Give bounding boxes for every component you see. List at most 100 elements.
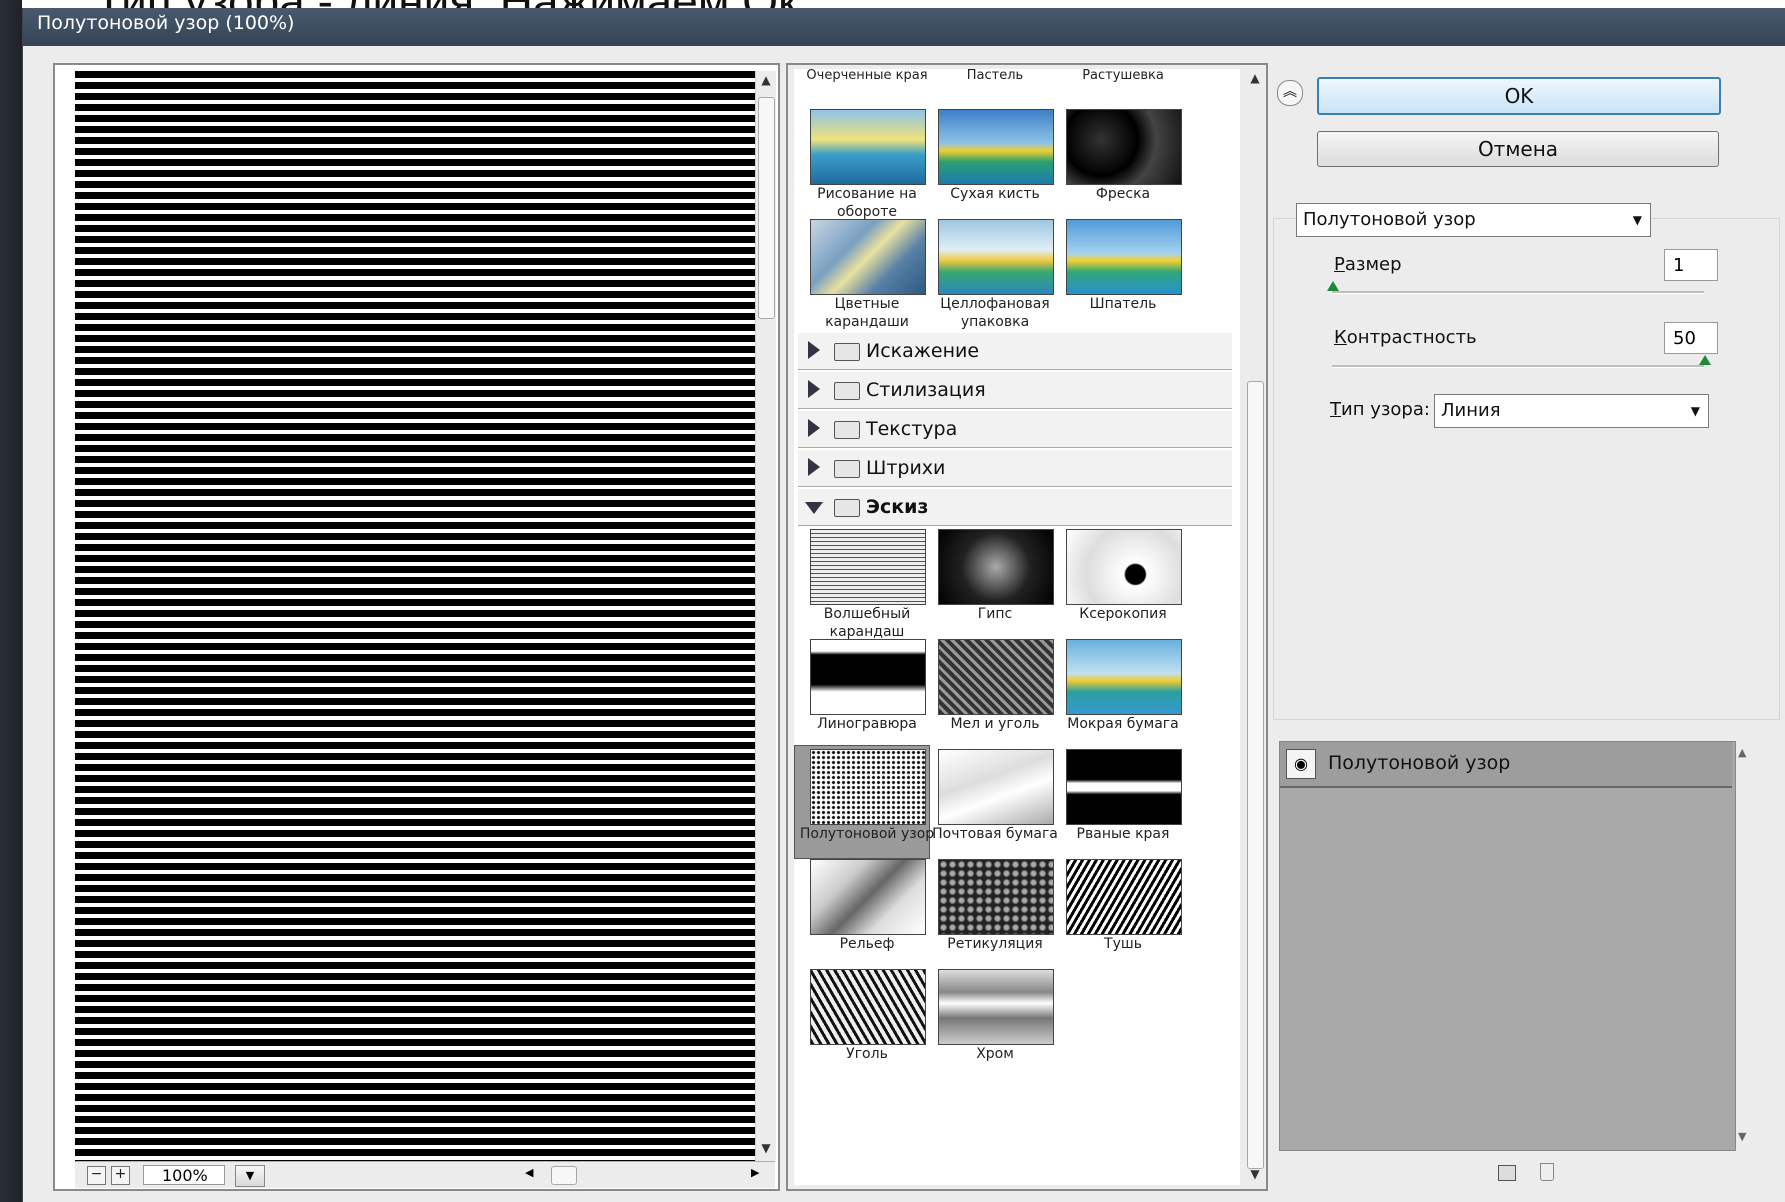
preview-horizontal-scrollbar[interactable]: ◀ ▶ — [525, 1166, 765, 1185]
trash-icon[interactable] — [1539, 1163, 1554, 1181]
filter-preview — [1066, 109, 1182, 185]
pattern-type-select[interactable]: Линия ▼ — [1434, 394, 1709, 428]
folder-stylize[interactable]: Стилизация — [798, 372, 1232, 409]
ok-button[interactable]: OK — [1317, 77, 1721, 115]
filter-label: Цветные карандаши — [825, 296, 909, 330]
filter-preview — [810, 219, 926, 295]
cancel-button[interactable]: Отмена — [1317, 131, 1719, 167]
filter-select[interactable]: Полутоновой узор ▼ — [1296, 203, 1651, 237]
window-title: Полутоновой узор (100%) — [37, 12, 295, 34]
filter-label: Волшебный карандаш — [823, 606, 911, 640]
effect-layer-row[interactable]: ◉ Полутоновой узор — [1280, 742, 1732, 788]
expand-triangle-icon — [808, 419, 820, 437]
filter-thumb-palette-knife[interactable]: Шпатель — [1050, 219, 1190, 339]
filter-preview — [810, 109, 926, 185]
gallery-scrollbar[interactable]: ▲ ▼ — [1246, 69, 1264, 1185]
filter-thumb-photocopy[interactable]: Ксерокопия — [1050, 529, 1190, 649]
filter-preview — [938, 529, 1054, 605]
contrast-slider-handle[interactable] — [1699, 355, 1711, 365]
filter-preview — [938, 969, 1054, 1045]
folder-label: Штрихи — [866, 457, 946, 479]
filter-thumb-dry-brush[interactable]: Сухая кисть — [922, 109, 1062, 229]
filter-thumb-chrome[interactable]: Хром — [922, 969, 1062, 1089]
filter-preview — [938, 859, 1054, 935]
filter-preview — [1066, 859, 1182, 935]
folder-label: Искажение — [866, 340, 980, 362]
expand-triangle-icon — [808, 458, 820, 476]
horizontal-scroll-thumb[interactable] — [551, 1166, 577, 1185]
settings-area: ︽ OK Отмена Полутоновой узор ▼ Размер 1 … — [1273, 63, 1783, 1193]
filter-thumb-chalk-charcoal[interactable]: Мел и уголь — [922, 639, 1062, 759]
filter-thumb-water-paper[interactable]: Мокрая бумага — [1050, 639, 1190, 759]
filter-thumb-reticulation[interactable]: Ретикуляция — [922, 859, 1062, 979]
open-folder-icon — [834, 499, 860, 517]
expand-triangle-icon — [808, 380, 820, 398]
filter-label: Фреска — [1095, 186, 1151, 202]
contrast-input[interactable]: 50 — [1664, 322, 1718, 354]
preview-vertical-scrollbar[interactable]: ▲ ▼ — [755, 71, 776, 1161]
scroll-up-icon[interactable]: ▲ — [756, 71, 776, 89]
filter-thumb-bas-relief[interactable]: Рельеф — [794, 859, 934, 979]
filter-gallery-list: Очерченные края Пастель Растушевка Рисов… — [794, 68, 1240, 1185]
effect-layer-name: Полутоновой узор — [1328, 752, 1511, 774]
preview-scroll-thumb[interactable] — [758, 97, 775, 319]
contrast-slider[interactable] — [1332, 365, 1704, 368]
zoom-out-button[interactable]: − — [87, 1166, 106, 1185]
filter-thumb-torn-edges[interactable]: Рваные края — [1050, 749, 1190, 869]
left-edge-bar — [0, 0, 22, 1202]
title-bar[interactable]: Полутоновой узор (100%) — [23, 8, 1785, 46]
scroll-left-icon[interactable]: ◀ — [525, 1166, 533, 1179]
new-layer-icon[interactable] — [1498, 1165, 1516, 1181]
scroll-up-icon[interactable]: ▲ — [1738, 746, 1746, 759]
filter-thumb-painting-reverse[interactable]: Рисование на обороте — [794, 109, 934, 229]
expand-triangle-icon — [808, 341, 820, 359]
filter-preview — [810, 859, 926, 935]
zoom-level-field[interactable]: 100% — [143, 1165, 225, 1185]
folder-icon — [834, 382, 860, 400]
folder-label: Стилизация — [866, 379, 986, 401]
folder-sketch[interactable]: Эскиз — [798, 489, 1232, 526]
filter-thumb-colored-pencils[interactable]: Цветные карандаши — [794, 219, 934, 339]
filter-label: Очерченные края — [806, 68, 928, 83]
folder-label: Эскиз — [866, 496, 929, 518]
folder-texture[interactable]: Текстура — [798, 411, 1232, 448]
effect-layers-panel: ◉ Полутоновой узор ▲ ▼ — [1279, 741, 1746, 1151]
filter-thumb-stamp[interactable]: Линогравюра — [794, 639, 934, 759]
scroll-up-icon[interactable]: ▲ — [1245, 69, 1265, 87]
filter-label: Ретикуляция — [947, 936, 1043, 952]
scroll-down-icon[interactable]: ▼ — [756, 1139, 776, 1157]
filter-thumb-charcoal[interactable]: Уголь — [794, 969, 934, 1089]
filter-thumb-plastic-wrap[interactable]: Целлофановая упаковка — [922, 219, 1062, 339]
filter-settings-panel: Полутоновой узор ▼ Размер 1 Контрастност… — [1273, 203, 1780, 720]
filter-label: Шпатель — [1089, 296, 1157, 312]
double-chevron-up-icon[interactable]: ︽ — [1277, 80, 1303, 106]
scroll-down-icon[interactable]: ▼ — [1738, 1130, 1746, 1143]
size-slider[interactable] — [1332, 291, 1704, 294]
filter-preview — [810, 639, 926, 715]
preview-image[interactable] — [75, 71, 755, 1161]
filter-label: Целлофановая упаковка — [940, 296, 1050, 330]
scroll-right-icon[interactable]: ▶ — [751, 1166, 759, 1179]
filter-label: Тушь — [1104, 936, 1142, 952]
filter-label: Пастель — [966, 68, 1024, 83]
folder-icon — [834, 460, 860, 478]
eye-icon[interactable]: ◉ — [1286, 749, 1316, 779]
filter-thumb-note-paper[interactable]: Почтовая бумага — [922, 749, 1062, 869]
filter-label: Гипс — [977, 606, 1013, 622]
filter-label: Линогравюра — [817, 716, 917, 732]
folder-label: Текстура — [866, 418, 958, 440]
size-slider-handle[interactable] — [1327, 281, 1339, 291]
gallery-scroll-thumb[interactable] — [1247, 381, 1264, 1169]
filter-label: Сухая кисть — [950, 186, 1040, 202]
filter-thumb-plaster[interactable]: Гипс — [922, 529, 1062, 649]
folder-brush-strokes[interactable]: Штрихи — [798, 450, 1232, 487]
filter-thumb-ink[interactable]: Тушь — [1050, 859, 1190, 979]
filter-thumb-halftone-pattern[interactable]: Полутоновой узор — [794, 749, 934, 869]
folder-distort[interactable]: Искажение — [798, 333, 1232, 370]
zoom-dropdown-button[interactable]: ▼ — [235, 1165, 265, 1187]
scroll-down-icon[interactable]: ▼ — [1245, 1165, 1265, 1183]
filter-thumb-graphic-pen[interactable]: Волшебный карандаш — [794, 529, 934, 649]
zoom-in-button[interactable]: + — [111, 1166, 130, 1185]
filter-thumb-fresco[interactable]: Фреска — [1050, 109, 1190, 229]
size-input[interactable]: 1 — [1664, 249, 1718, 281]
